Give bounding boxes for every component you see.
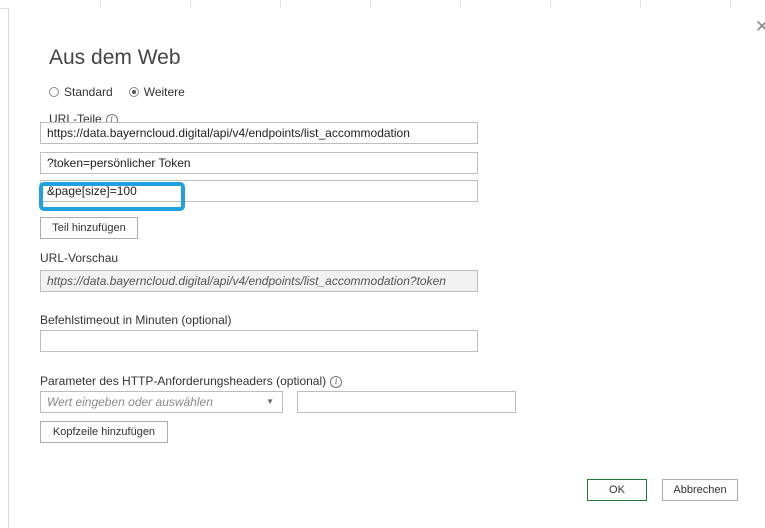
header-name-combobox[interactable]: Wert eingeben oder auswählen ▼ [40,391,283,413]
add-header-button[interactable]: Kopfzeile hinzufügen [40,421,168,443]
header-name-placeholder: Wert eingeben oder auswählen [47,395,213,409]
radio-standard-label[interactable]: Standard [64,85,113,99]
dialog-title: Aus dem Web [49,46,181,69]
cancel-button[interactable]: Abbrechen [662,479,738,501]
url-preview-label: URL-Vorschau [40,251,119,265]
from-web-dialog: ✕ Aus dem Web Standard Weitere URL-Teile… [9,8,765,528]
close-icon[interactable]: ✕ [754,18,765,35]
url-preview-field: https://data.bayerncloud.digital/api/v4/… [40,270,478,292]
mode-radio-group: Standard Weitere [49,85,201,99]
header-value-input[interactable] [297,391,516,413]
http-headers-label: Parameter des HTTP-Anforderungsheaders (… [40,374,343,388]
url-part-3-input[interactable]: &page[size]=100 [40,180,478,202]
ok-button[interactable]: OK [587,479,647,501]
timeout-input[interactable] [40,330,478,352]
radio-weitere[interactable] [128,87,139,97]
timeout-label: Befehlstimeout in Minuten (optional) [40,313,232,327]
chevron-down-icon[interactable]: ▼ [266,392,274,412]
radio-weitere-label[interactable]: Weitere [144,85,185,99]
add-part-button[interactable]: Teil hinzufügen [40,217,138,239]
radio-standard[interactable] [49,87,59,97]
http-headers-label-text: Parameter des HTTP-Anforderungsheaders (… [40,374,327,388]
info-icon[interactable]: i [330,375,343,388]
url-part-1-input[interactable]: https://data.bayerncloud.digital/api/v4/… [40,122,478,144]
url-part-2-input[interactable]: ?token=persönlicher Token [40,152,478,174]
